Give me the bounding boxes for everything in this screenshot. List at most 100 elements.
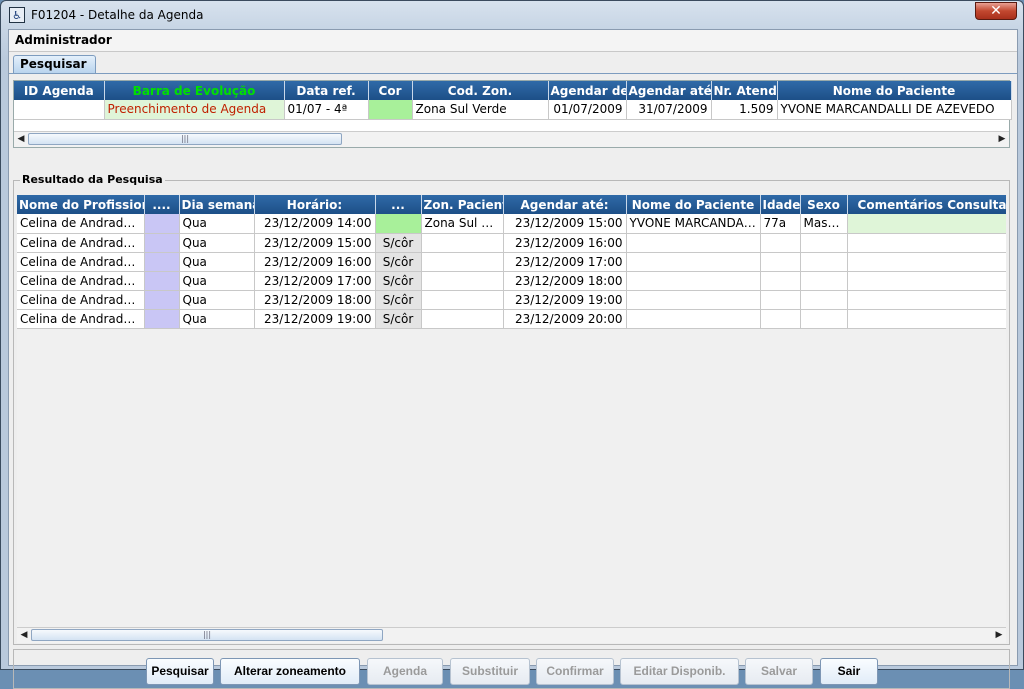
cell-horario[interactable]: 23/12/2009 19:00 <box>254 309 376 329</box>
cell-agendar-ate[interactable]: 23/12/2009 19:00 <box>503 290 627 310</box>
cell-comentarios[interactable] <box>847 252 1006 272</box>
title-bar[interactable]: ♿ F01204 - Detalhe da Agenda ✕ <box>1 1 1023 29</box>
cell-nr-atendin[interactable]: 1.509 <box>711 100 778 120</box>
cell-agendar-ate[interactable]: 31/07/2009 <box>626 100 712 120</box>
cell-zon-paciente[interactable] <box>421 233 504 253</box>
col-dia-semana[interactable]: Dia semana <box>179 195 255 214</box>
cell-dots-1[interactable] <box>144 252 180 272</box>
cell-nome-profissional[interactable]: Celina de Andrade V... <box>17 309 145 329</box>
col-zon-paciente[interactable]: Zon. Paciente <box>421 195 504 214</box>
col-cor[interactable]: Cor <box>368 81 413 100</box>
close-button[interactable]: ✕ <box>975 2 1017 20</box>
col-comentarios[interactable]: Comentários Consulta <box>847 195 1006 214</box>
cell-idade[interactable] <box>760 252 801 272</box>
col-agendar-ate[interactable]: Agendar até: <box>503 195 627 214</box>
cell-idade[interactable] <box>760 233 801 253</box>
cell-sexo[interactable] <box>800 233 848 253</box>
cell-nome-paciente[interactable] <box>626 271 761 291</box>
cell-cod-zon[interactable]: Zona Sul Verde <box>412 100 549 120</box>
agenda-horizontal-scrollbar[interactable]: ◀ ||| ▶ <box>14 131 1009 147</box>
col-dots-1[interactable]: .... <box>144 195 180 214</box>
col-data-ref[interactable]: Data ref. <box>284 81 369 100</box>
cell-agendar-ate[interactable]: 23/12/2009 16:00 <box>503 233 627 253</box>
col-agendar-de[interactable]: Agendar de: <box>548 81 627 100</box>
table-row[interactable]: Celina de Andrade V... Qua 23/12/2009 17:0… <box>17 271 1006 291</box>
cell-sexo[interactable]: Masc... <box>800 214 848 234</box>
cell-dots-2[interactable]: S/côr <box>375 290 422 310</box>
cell-nome-profissional[interactable]: Celina de Andrade V... <box>17 214 145 234</box>
cell-comentarios[interactable] <box>847 214 1006 234</box>
scroll-thumb[interactable]: ||| <box>31 629 383 641</box>
cell-horario[interactable]: 23/12/2009 17:00 <box>254 271 376 291</box>
cell-zon-paciente[interactable] <box>421 252 504 272</box>
cell-dia-semana[interactable]: Qua <box>179 290 255 310</box>
table-row[interactable]: Celina de Andrade V... Qua 23/12/2009 16:0… <box>17 252 1006 272</box>
scroll-left-arrow-icon[interactable]: ◀ <box>17 628 31 643</box>
cell-comentarios[interactable] <box>847 309 1006 329</box>
table-row[interactable]: Celina de Andrade V... Qua 23/12/2009 15:0… <box>17 233 1006 253</box>
table-row[interactable]: Preenchimento de Agenda 01/07 - 4ª Zona … <box>14 100 1012 120</box>
agenda-button[interactable]: Agenda <box>367 658 443 685</box>
col-cod-zon[interactable]: Cod. Zon. <box>412 81 549 100</box>
cell-nome-paciente[interactable] <box>626 252 761 272</box>
cell-sexo[interactable] <box>800 290 848 310</box>
cell-dots-2[interactable]: S/côr <box>375 309 422 329</box>
cell-dia-semana[interactable]: Qua <box>179 214 255 234</box>
salvar-button[interactable]: Salvar <box>745 658 813 685</box>
col-dots-2[interactable]: ... <box>375 195 422 214</box>
scroll-right-arrow-icon[interactable]: ▶ <box>992 628 1006 643</box>
cell-idade[interactable]: 77a <box>760 214 801 234</box>
col-barra-evolucao[interactable]: Barra de Evolução <box>104 81 285 100</box>
cell-comentarios[interactable] <box>847 290 1006 310</box>
scroll-right-arrow-icon[interactable]: ▶ <box>995 132 1009 147</box>
cell-dia-semana[interactable]: Qua <box>179 309 255 329</box>
cell-dots-2[interactable]: S/côr <box>375 233 422 253</box>
cell-sexo[interactable] <box>800 309 848 329</box>
cell-sexo[interactable] <box>800 252 848 272</box>
sair-button[interactable]: Sair <box>820 658 878 685</box>
col-nome-profissional[interactable]: Nome do Profissional <box>17 195 145 214</box>
col-sexo[interactable]: Sexo <box>800 195 848 214</box>
cell-agendar-ate[interactable]: 23/12/2009 20:00 <box>503 309 627 329</box>
cell-nome-paciente[interactable] <box>626 309 761 329</box>
cell-comentarios[interactable] <box>847 271 1006 291</box>
pesquisar-button[interactable]: Pesquisar <box>146 658 214 685</box>
cell-horario[interactable]: 23/12/2009 15:00 <box>254 233 376 253</box>
cell-nome-paciente[interactable] <box>626 233 761 253</box>
cell-sexo[interactable] <box>800 271 848 291</box>
cell-dots-1[interactable] <box>144 309 180 329</box>
col-horario[interactable]: Horário: <box>254 195 376 214</box>
cell-dots-1[interactable] <box>144 214 180 234</box>
cell-zon-paciente[interactable] <box>421 271 504 291</box>
cell-zon-paciente[interactable] <box>421 290 504 310</box>
cell-horario[interactable]: 23/12/2009 18:00 <box>254 290 376 310</box>
cell-idade[interactable] <box>760 309 801 329</box>
cell-barra-evolucao[interactable]: Preenchimento de Agenda <box>104 100 285 120</box>
col-nome-paciente[interactable]: Nome do Paciente <box>626 195 761 214</box>
cell-zon-paciente[interactable]: Zona Sul Ve... <box>421 214 504 234</box>
scroll-thumb[interactable]: ||| <box>28 133 342 145</box>
confirmar-button[interactable]: Confirmar <box>536 658 614 685</box>
cell-zon-paciente[interactable] <box>421 309 504 329</box>
cell-horario[interactable]: 23/12/2009 14:00 <box>254 214 376 234</box>
col-nr-atendin[interactable]: Nr. Atendin <box>711 81 778 100</box>
col-nome-paciente[interactable]: Nome do Paciente <box>777 81 1012 100</box>
cell-idade[interactable] <box>760 271 801 291</box>
cell-agendar-ate[interactable]: 23/12/2009 17:00 <box>503 252 627 272</box>
scroll-left-arrow-icon[interactable]: ◀ <box>14 132 28 147</box>
cell-dots-2[interactable]: S/côr <box>375 252 422 272</box>
col-idade[interactable]: Idade <box>760 195 801 214</box>
cell-agendar-ate[interactable]: 23/12/2009 18:00 <box>503 271 627 291</box>
col-agendar-ate[interactable]: Agendar até: <box>626 81 712 100</box>
substituir-button[interactable]: Substituir <box>450 658 530 685</box>
cell-nome-paciente[interactable]: YVONE MARCANDALLI DE AZEVEDO <box>777 100 1012 120</box>
cell-horario[interactable]: 23/12/2009 16:00 <box>254 252 376 272</box>
cell-dia-semana[interactable]: Qua <box>179 252 255 272</box>
results-horizontal-scrollbar[interactable]: ◀ ||| ▶ <box>17 627 1006 643</box>
cell-dots-2[interactable] <box>375 214 422 234</box>
cell-dots-2[interactable]: S/côr <box>375 271 422 291</box>
cell-dia-semana[interactable]: Qua <box>179 233 255 253</box>
cell-agendar-ate[interactable]: 23/12/2009 15:00 <box>503 214 627 234</box>
cell-id-agenda[interactable] <box>14 100 105 120</box>
cell-comentarios[interactable] <box>847 233 1006 253</box>
